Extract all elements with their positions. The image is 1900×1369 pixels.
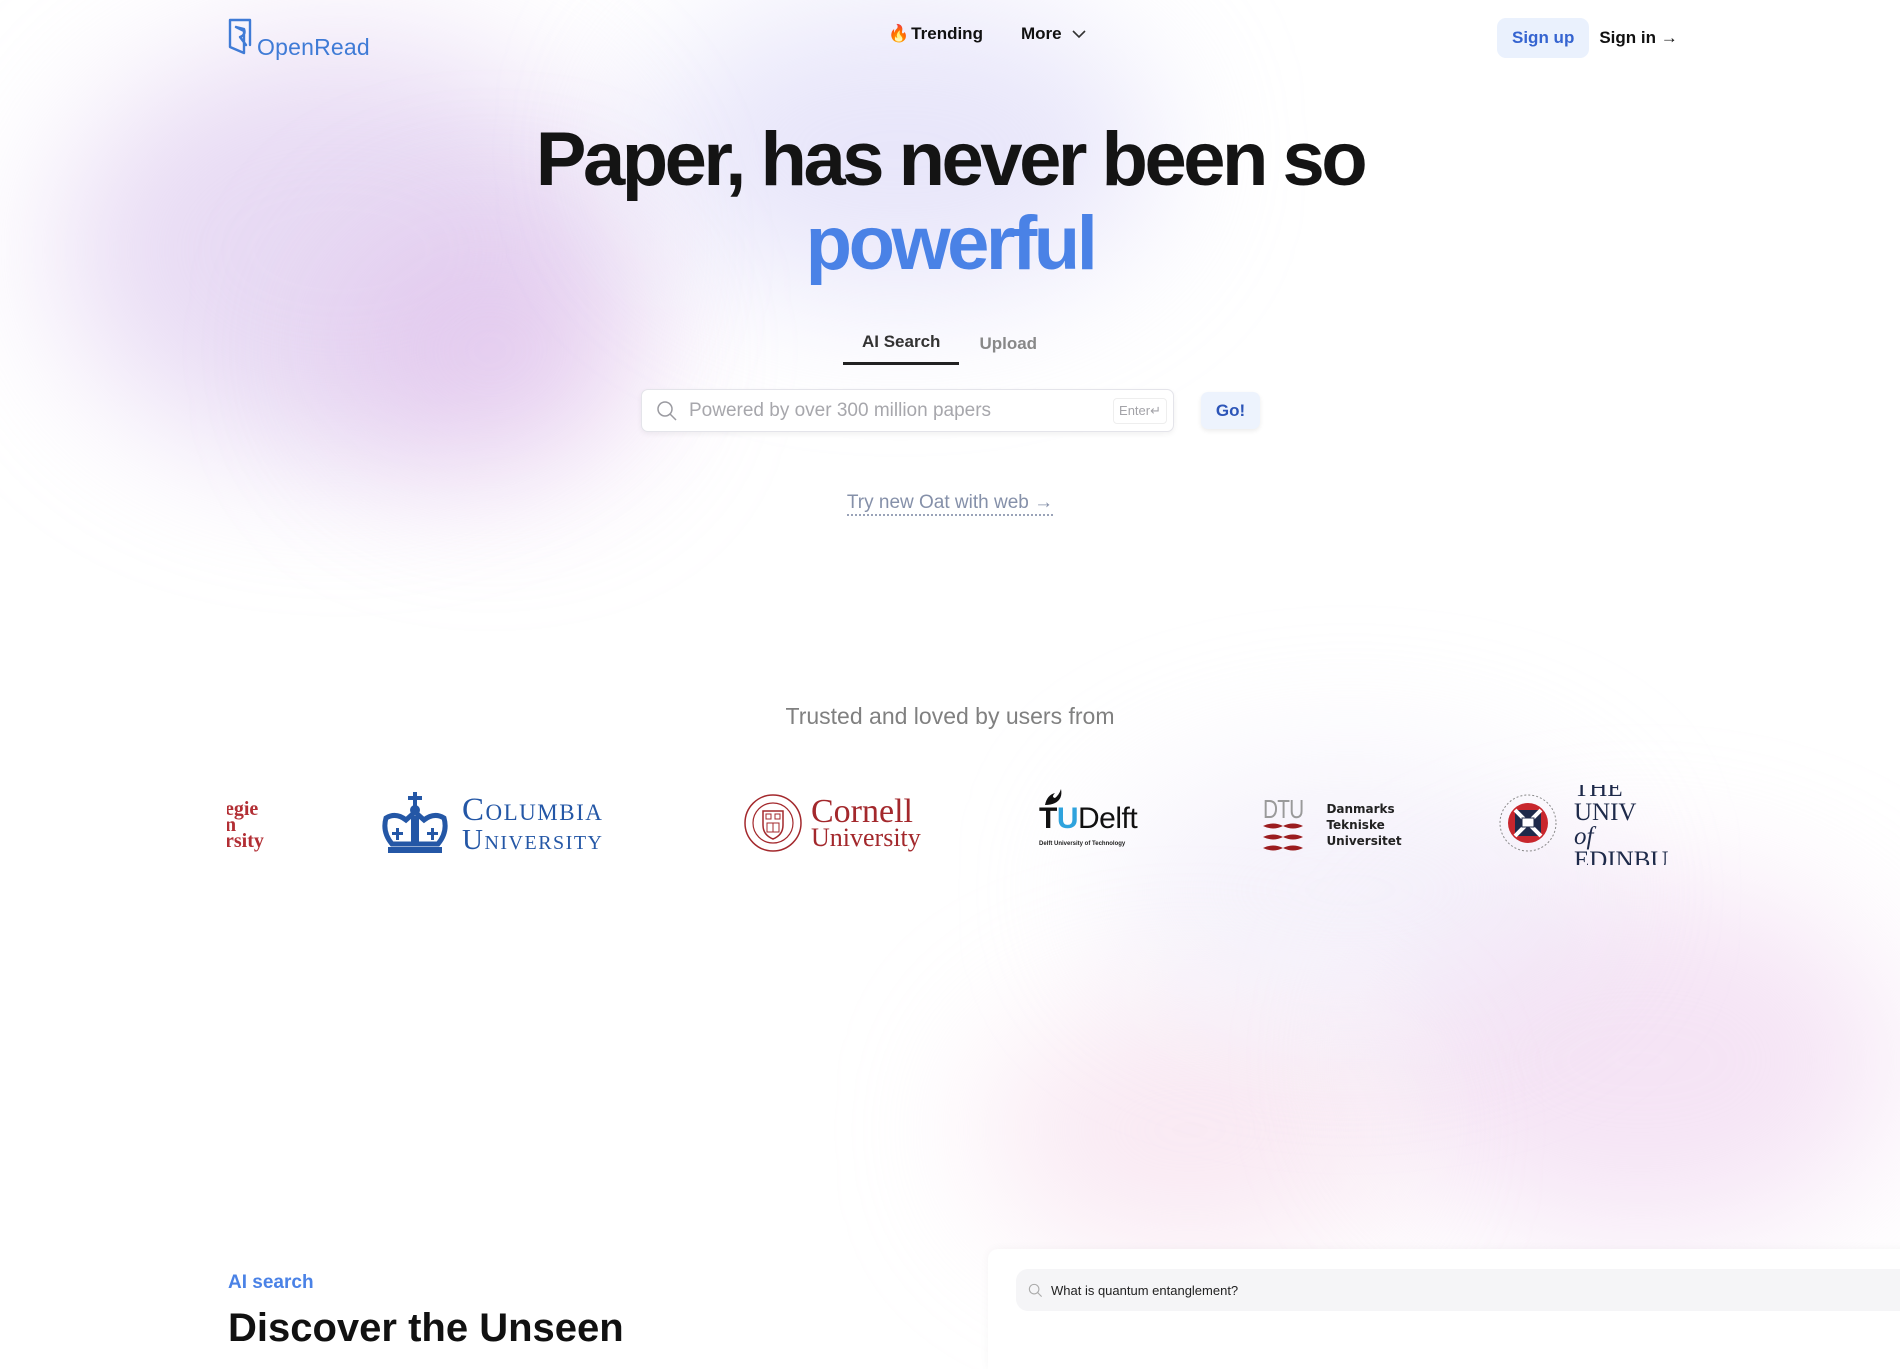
logo-wordmark: Columbia University xyxy=(462,792,604,856)
try-oat-container: Try new Oat with web → xyxy=(0,492,1900,516)
nav-trending[interactable]: 🔥 Trending xyxy=(888,24,983,44)
university-logos: egie n rsity Columbia University Cornell… xyxy=(227,785,1673,865)
logo-wordmark: Danmarks Tekniske Universitet xyxy=(1326,801,1401,849)
logo-wordmark: Cornell University xyxy=(811,793,921,852)
logo-wordmark: T U Delft xyxy=(1039,789,1138,835)
logo-text: Tekniske xyxy=(1326,818,1385,832)
nav-trending-label: Trending xyxy=(911,24,983,43)
section-label: AI search xyxy=(228,1272,314,1293)
logo-wordmark: THE UNIV of EDINBU xyxy=(1574,785,1673,865)
search-bar: Enter↵ xyxy=(641,389,1174,432)
demo-query: What is quantum entanglement? xyxy=(1051,1282,1239,1298)
sign-up-button[interactable]: Sign up xyxy=(1497,18,1590,58)
crown-icon xyxy=(380,791,450,859)
dtu-mark: DTU xyxy=(1258,794,1308,853)
logo-text: Delft xyxy=(1078,802,1138,835)
logo-text: of xyxy=(1574,823,1594,850)
go-button[interactable]: Go! xyxy=(1201,392,1260,429)
logo-subtitle: Delft University of Technology xyxy=(1039,841,1126,847)
logo-tu-delft: T U Delft Delft University of Technology xyxy=(1039,785,1138,865)
fire-icon: 🔥 xyxy=(888,24,910,43)
brand-logo[interactable]: OpenRead xyxy=(227,17,370,60)
flame-icon-container: T xyxy=(1039,789,1062,835)
logo-text: Cornell xyxy=(811,793,913,830)
tab-upload[interactable]: Upload xyxy=(959,330,1056,365)
logo-text: rsity xyxy=(227,830,264,852)
logo-columbia: Columbia University xyxy=(380,785,604,865)
chevron-down-icon xyxy=(1072,24,1086,44)
search-input[interactable] xyxy=(687,398,1114,423)
sign-in-link[interactable]: Sign in → xyxy=(1599,28,1677,48)
trusted-heading: Trusted and loved by users from xyxy=(785,703,1115,729)
logo-dtu: DTU Danmarks Tekniske Universitet xyxy=(1258,785,1402,865)
nav-more-dropdown[interactable]: More xyxy=(1021,24,1086,44)
demo-search-bar[interactable]: What is quantum entanglement? xyxy=(1016,1269,1900,1311)
dtu-waves-icon xyxy=(1263,823,1304,851)
main-nav: 🔥 Trending More xyxy=(888,24,1086,44)
logo-cornell: Cornell University xyxy=(743,785,921,865)
logo-text: University xyxy=(811,823,921,852)
logo-text: DTU xyxy=(1263,794,1304,824)
logo-text: Danmarks xyxy=(1326,802,1395,816)
demo-panel: What is quantum entanglement? xyxy=(988,1249,1900,1369)
hero-title-line1: Paper, has never been so xyxy=(535,117,1368,202)
logo-text: THE UNIV xyxy=(1574,785,1637,826)
enter-key-hint: Enter↵ xyxy=(1113,397,1167,424)
nav-more-label: More xyxy=(1020,24,1062,43)
search-icon xyxy=(656,400,678,422)
openread-logo-icon xyxy=(227,17,253,60)
logo-text: Universitet xyxy=(1326,834,1402,848)
cornell-seal-icon xyxy=(743,793,803,858)
logo-carnegie-mellon: egie n rsity xyxy=(227,785,264,865)
brand-name: OpenRead xyxy=(257,34,370,60)
logo-text: U xyxy=(1056,802,1079,835)
search-icon xyxy=(1028,1283,1043,1298)
hero-title: Paper, has never been so powerful xyxy=(0,118,1900,286)
logo-edinburgh: THE UNIV of EDINBU xyxy=(1498,785,1673,865)
logo-text: University xyxy=(462,824,604,856)
tab-ai-search[interactable]: AI Search xyxy=(843,328,960,365)
section-heading: Discover the Unseen xyxy=(228,1306,624,1350)
flame-icon xyxy=(1045,789,1062,805)
edinburgh-seal-icon xyxy=(1498,793,1558,858)
try-oat-link[interactable]: Try new Oat with web → xyxy=(846,492,1054,516)
hero-title-accent: powerful xyxy=(805,201,1098,286)
logo-text: EDINBU xyxy=(1574,847,1669,865)
search-mode-tabs: AI Search Upload xyxy=(843,328,1056,365)
logo-text: Columbia xyxy=(462,792,604,828)
auth-actions: Sign up Sign in → xyxy=(1497,18,1678,58)
